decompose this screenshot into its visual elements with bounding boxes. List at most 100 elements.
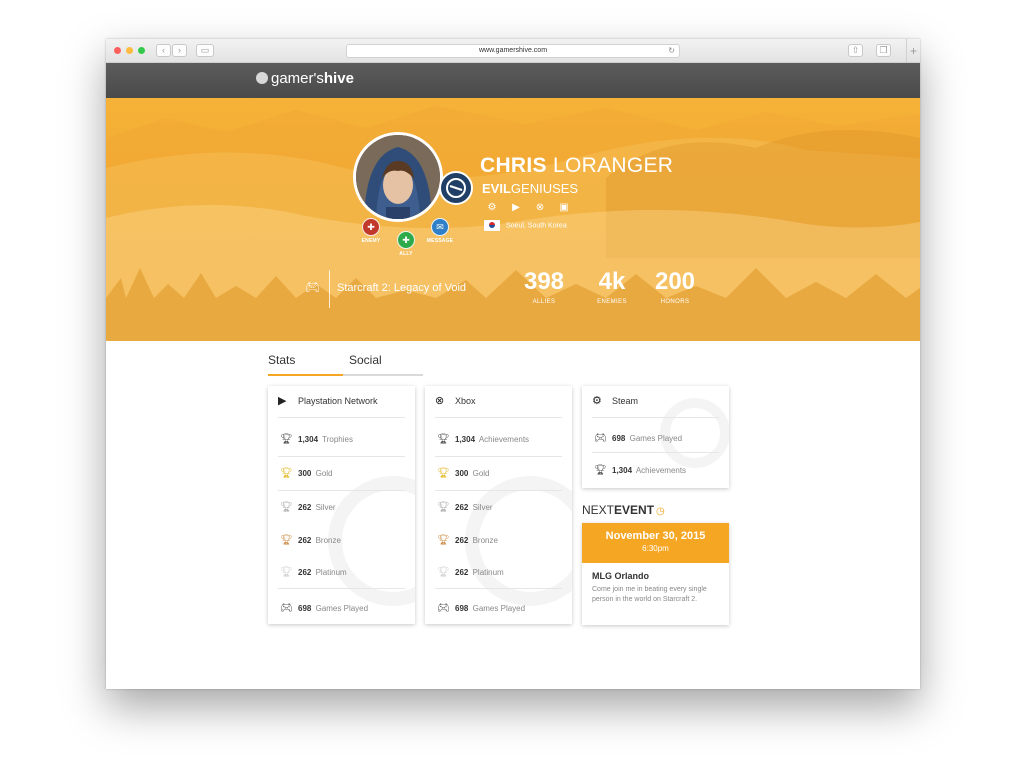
divider: [435, 456, 562, 457]
maximize-window-button[interactable]: [138, 47, 145, 54]
gold-trophy-icon: 🏆︎: [280, 468, 293, 479]
forward-icon[interactable]: ›: [172, 44, 187, 57]
list-item: 🎮︎ 698 Games Played: [437, 603, 526, 614]
event-date-banner: November 30, 2015 6:30pm: [582, 523, 729, 563]
gold-trophy-icon: 🏆︎: [437, 468, 450, 479]
bee-logo-icon: [256, 72, 268, 85]
divider: [435, 490, 562, 491]
platform-links: ⚙ ▶ ⊗ ▣: [484, 202, 580, 213]
event-date: November 30, 2015: [605, 530, 706, 542]
sidebar-icon[interactable]: ▭: [196, 44, 214, 57]
site-header: gamer'shive: [106, 63, 920, 98]
minimize-window-button[interactable]: [126, 47, 133, 54]
logo-text-light: gamer's: [271, 70, 324, 87]
steam-card: ⚙ Steam 🎮︎ 698 Games Played 🏆︎ 1,304 Achiev…: [582, 386, 729, 488]
gamepad-icon: 🎮︎: [305, 280, 321, 294]
event-name: MLG Orlando: [592, 571, 649, 581]
divider: [278, 417, 405, 418]
list-item: 🏆︎ 262 Bronze: [437, 535, 498, 546]
trophy-icon: 🏆︎: [280, 434, 293, 445]
divider: [592, 417, 719, 418]
gamepad-icon: 🎮︎: [437, 603, 450, 614]
enemies-stat[interactable]: 4k ENEMIES: [582, 268, 642, 305]
location: Soeul, South Korea: [484, 220, 567, 231]
psn-card-header: ▶ Playstation Network: [278, 394, 378, 407]
team-logo-icon: [439, 171, 473, 205]
steam-card-header: ⚙ Steam: [592, 394, 638, 407]
honors-label: HONORS: [660, 299, 690, 305]
tab-active-indicator: [268, 374, 343, 376]
message-button[interactable]: ✉ MESSAGE: [420, 218, 460, 244]
divider: [592, 452, 719, 453]
logo-text-bold: hive: [323, 70, 354, 87]
playstation-icon[interactable]: ▶: [508, 202, 524, 213]
close-window-button[interactable]: [114, 47, 121, 54]
divider: [435, 588, 562, 589]
gamepad-icon: 🎮︎: [280, 603, 293, 614]
steam-title: Steam: [612, 396, 639, 406]
platinum-trophy-icon: 🏆︎: [437, 567, 450, 578]
twitch-icon[interactable]: ▣: [556, 202, 572, 213]
psn-title: Playstation Network: [298, 396, 378, 406]
back-icon[interactable]: ‹: [156, 44, 171, 57]
trophy-icon: 🏆︎: [594, 465, 607, 476]
clock-icon: ◷: [656, 506, 665, 517]
list-item: 🏆︎ 1,304 Trophies: [280, 434, 353, 445]
platinum-trophy-icon: 🏆︎: [280, 567, 293, 578]
divider: [278, 588, 405, 589]
add-ally-icon: ✚: [397, 231, 415, 249]
avatar[interactable]: [356, 135, 440, 219]
allies-label: ALLIES: [532, 299, 556, 305]
next-event-heading-bold: EVENT: [614, 503, 655, 517]
divider: [278, 490, 405, 491]
event-description: Come join me in beating every single per…: [592, 586, 707, 603]
allies-stat[interactable]: 398 ALLIES: [514, 268, 574, 305]
browser-toolbar: ‹ › ▭ www.gamershive.com ↻ ⇧ ❐ +: [106, 39, 920, 63]
last-name: LORANGER: [552, 154, 674, 177]
honors-stat[interactable]: 200 HONORS: [645, 268, 705, 305]
enemy-label: ENEMY: [361, 238, 381, 244]
list-item: 🏆︎ 262 Silver: [437, 502, 493, 513]
next-event-heading-light: NEXT: [582, 503, 615, 517]
enemies-label: ENEMIES: [597, 299, 627, 305]
playstation-watermark-icon: [328, 476, 415, 606]
xbox-title: Xbox: [455, 396, 476, 406]
share-icon[interactable]: ⇧: [848, 44, 863, 57]
allies-count: 398: [523, 268, 565, 295]
team-name-bold: EVIL: [482, 181, 511, 196]
gamepad-icon: 🎮︎: [594, 433, 607, 444]
enemy-button[interactable]: ✚ ENEMY: [351, 218, 391, 244]
tabs-icon[interactable]: ❐: [876, 44, 891, 57]
list-item: 🏆︎ 262 Platinum: [437, 567, 504, 578]
list-item: 🏆︎ 300 Gold: [437, 468, 490, 479]
xbox-icon[interactable]: ⊗: [532, 202, 548, 213]
reload-icon[interactable]: ↻: [668, 45, 675, 57]
game-name[interactable]: Starcraft 2: Legacy of Void: [337, 282, 466, 294]
event-card[interactable]: November 30, 2015 6:30pm MLG Orlando Com…: [582, 523, 729, 625]
address-bar[interactable]: www.gamershive.com ↻: [346, 44, 680, 58]
new-tab-button[interactable]: +: [906, 39, 920, 63]
list-item: 🏆︎ 1,304 Achievements: [594, 465, 687, 476]
steam-icon: ⚙: [592, 395, 602, 407]
enemies-count: 4k: [598, 268, 626, 295]
trophy-icon: 🏆︎: [437, 434, 450, 445]
silver-trophy-icon: 🏆︎: [437, 502, 450, 513]
honors-count: 200: [654, 268, 696, 295]
site-logo[interactable]: gamer'shive: [256, 70, 354, 87]
list-item: 🏆︎ 1,304 Achievements: [437, 434, 530, 445]
profile-tabs: Stats Social: [268, 353, 423, 376]
bronze-trophy-icon: 🏆︎: [437, 535, 450, 546]
xbox-card-header: ⊗ Xbox: [435, 394, 476, 407]
steam-icon[interactable]: ⚙: [484, 202, 500, 213]
team-name[interactable]: EVILGENIUSES: [482, 181, 578, 196]
list-item: 🎮︎ 698 Games Played: [594, 433, 683, 444]
silver-trophy-icon: 🏆︎: [280, 502, 293, 513]
south-korea-flag-icon: [484, 220, 500, 231]
tab-stats[interactable]: Stats: [268, 353, 295, 375]
add-enemy-icon: ✚: [362, 218, 380, 236]
list-item: 🏆︎ 262 Bronze: [280, 535, 341, 546]
url-text: www.gamershive.com: [478, 47, 548, 54]
message-label: MESSAGE: [426, 238, 454, 244]
event-time: 6:30pm: [642, 544, 669, 553]
tab-social[interactable]: Social: [349, 353, 382, 375]
